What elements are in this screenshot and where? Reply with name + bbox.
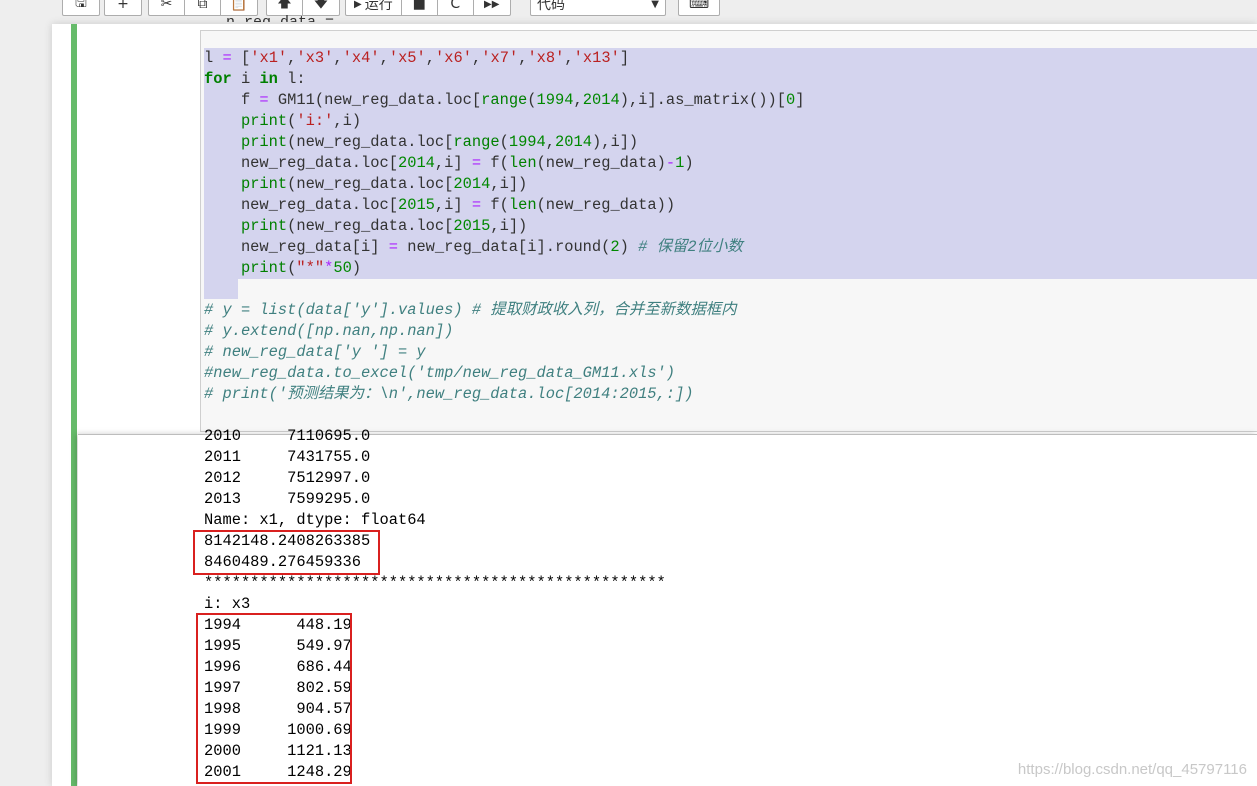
command-palette-button[interactable]: ⌨ [679,0,719,15]
code-line: print(new_reg_data.loc[2015,i]) [240,217,528,235]
code-line: print('i:',i) [240,112,362,130]
fast-forward-icon: ▶▶ [484,0,500,10]
plus-icon: + [117,0,129,12]
code-line: new_reg_data[i] = new_reg_data[i].round(… [204,238,743,256]
save-group: 🖫 [62,0,100,16]
cut-button[interactable]: ✂ [149,0,185,15]
watermark: https://blog.csdn.net/qq_45797116 [1017,761,1247,778]
restart-icon: C [450,0,461,12]
code-line: # y.extend([np.nan,np.nan]) [204,322,454,340]
cell-type-value: 代码 [537,0,565,13]
output-line: Name: x1, dtype: float64 [204,511,426,529]
code-line: new_reg_data.loc[2014,i] = f(len(new_reg… [204,154,694,172]
notebook-toolbar: 🖫 + ✂ ⧉ 📋 🡅 🡇 ▶ 运行 ■ C ▶▶ 代码 ▼ ⌨ [0,0,1257,24]
code-line: #new_reg_data.to_excel('tmp/new_reg_data… [204,364,676,382]
save-icon: 🖫 [75,0,87,11]
code-line: # new_reg_data['y '] = y [204,343,426,361]
keyboard-icon: ⌨ [688,0,710,12]
insert-cell-button[interactable]: + [105,0,141,15]
output-line: i: x3 [204,595,251,613]
code-line: print("*"*50) [240,259,362,277]
run-icon: ▶ [354,0,362,10]
interrupt-button[interactable]: ■ [402,0,438,15]
keyboard-group: ⌨ [678,0,720,16]
code-line: for i in l: [204,70,306,88]
cell-type-select[interactable]: 代码 ▼ [530,0,666,16]
restart-button[interactable]: C [438,0,474,15]
output-line: 2010 7110695.0 [204,427,371,445]
code-line: new_reg_data.loc[2015,i] = f(len(new_reg… [204,196,676,214]
output-line: ****************************************… [204,574,666,592]
copy-icon: ⧉ [197,0,208,12]
code-line: # print('预测结果为：\n',new_reg_data.loc[2014… [204,385,694,403]
code-line: # y = list(data['y'].values) # 提取财政收入列，合… [204,301,737,319]
chevron-down-icon: ▼ [651,0,659,10]
output-line: 2012 7512997.0 [204,469,371,487]
save-button[interactable]: 🖫 [63,0,99,15]
code-line: print(new_reg_data.loc[2014,i]) [240,175,528,193]
restart-run-all-button[interactable]: ▶▶ [474,0,510,15]
cut-icon: ✂ [160,0,173,12]
code-editor[interactable]: l = ['x1','x3','x4','x5','x6','x7','x8',… [204,48,804,405]
output-line: 2013 7599295.0 [204,490,371,508]
code-line: l = ['x1','x3','x4','x5','x6','x7','x8',… [204,49,630,67]
previous-code-line: n_reg_data = data[...] [226,12,406,22]
copy-button[interactable]: ⧉ [185,0,221,15]
output-line: 2011 7431755.0 [204,448,371,466]
code-line: f = GM11(new_reg_data.loc[range(1994,201… [204,91,805,109]
highlight-box-x3-values [196,613,352,784]
insert-group: + [104,0,142,16]
stop-icon: ■ [412,0,426,12]
paste-icon: 📋 [230,0,248,12]
code-line: print(new_reg_data.loc[range(1994,2014),… [240,133,639,151]
selected-cell-indicator [71,24,77,786]
highlight-box-forecast [193,530,380,575]
